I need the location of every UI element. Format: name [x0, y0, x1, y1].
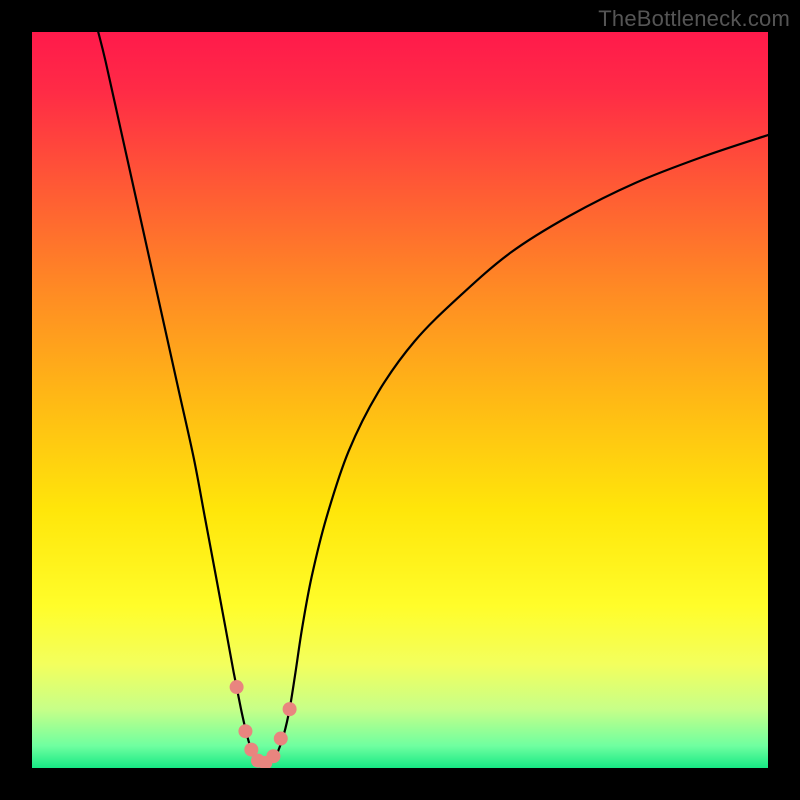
marker-point	[274, 732, 288, 746]
marker-point	[238, 724, 252, 738]
marker-point	[283, 702, 297, 716]
marker-point	[230, 680, 244, 694]
marker-point	[266, 749, 280, 763]
chart-frame: TheBottleneck.com	[0, 0, 800, 800]
watermark-text: TheBottleneck.com	[598, 6, 790, 32]
gradient-background	[32, 32, 768, 768]
plot-area	[32, 32, 768, 768]
bottleneck-chart	[32, 32, 768, 768]
